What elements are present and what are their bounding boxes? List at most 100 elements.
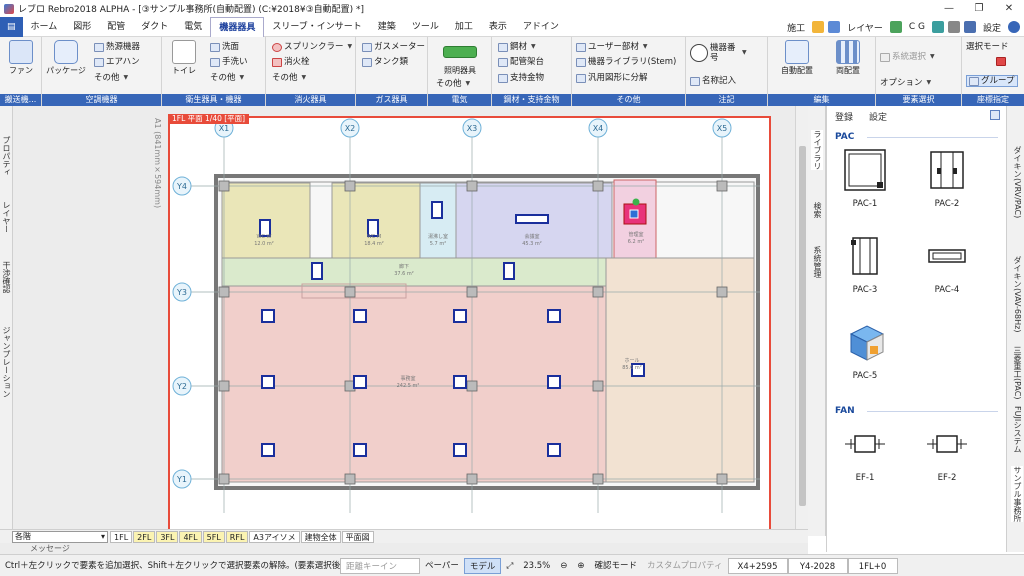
tab-electric[interactable]: 電気 bbox=[176, 17, 210, 37]
toilet-button[interactable]: トイレ bbox=[166, 40, 202, 76]
zoom-icon[interactable]: ⊖ bbox=[555, 558, 572, 574]
dock-tab-interference[interactable]: 干渉確認 bbox=[1, 261, 12, 293]
hydrant-button[interactable]: 消火栓 bbox=[272, 56, 310, 68]
tab-view[interactable]: 表示 bbox=[481, 17, 515, 37]
view-tab-plan[interactable]: 平面図 bbox=[341, 530, 374, 543]
tab-library[interactable]: ライブラリ bbox=[811, 130, 823, 170]
panel-tab-settings[interactable]: 設定 bbox=[869, 110, 887, 123]
floor-tab-3fl[interactable]: 3FL bbox=[156, 530, 179, 543]
file-menu-tab[interactable]: ▤ bbox=[0, 16, 23, 37]
library-tab-fuji[interactable]: FUJIシステム bbox=[1011, 406, 1023, 453]
dock-tab-properties[interactable]: プロパティ bbox=[1, 136, 12, 176]
panel-tab-register[interactable]: 登録 bbox=[835, 110, 853, 123]
dock-tab-simulation[interactable]: ジャンプレーション bbox=[1, 326, 12, 398]
sanitary-other-button[interactable]: その他 ▼ bbox=[210, 72, 244, 84]
undo-icon[interactable] bbox=[931, 21, 944, 33]
floor-tab-rfl[interactable]: RFL bbox=[225, 530, 249, 543]
library-item-pac5[interactable]: PAC-5 bbox=[835, 320, 895, 381]
heat-source-button[interactable]: 熱源機器 bbox=[94, 41, 140, 53]
select-mode-button[interactable]: 選択モード bbox=[966, 41, 1009, 53]
cg-button[interactable]: C G bbox=[906, 22, 928, 32]
aircon-other-button[interactable]: その他 ▼ bbox=[94, 72, 128, 84]
floor-plan[interactable]: X1 X2 X3 X4 X5 Y4 Y3 Y2 Y1 WC W 12.0 m² … bbox=[170, 118, 769, 532]
library-item-pac2[interactable]: PAC-2 bbox=[917, 148, 977, 209]
group-select-button[interactable]: グループ bbox=[966, 75, 1018, 87]
dual-place-button[interactable]: 両配置 bbox=[824, 40, 872, 76]
washbasin-button[interactable]: 洗面 bbox=[210, 41, 239, 53]
floor-tab-5fl[interactable]: 5FL bbox=[202, 530, 225, 543]
air-handler-button[interactable]: エアハン bbox=[94, 56, 140, 68]
floor-tab-4fl[interactable]: 4FL bbox=[179, 530, 202, 543]
fire-other-button[interactable]: その他 ▼ bbox=[272, 72, 306, 84]
grid-view-icon[interactable] bbox=[990, 110, 1000, 120]
distance-keyin-field[interactable]: 距離キーイン bbox=[340, 557, 420, 574]
help-icon[interactable] bbox=[1008, 21, 1020, 33]
scrollbar-thumb[interactable] bbox=[799, 146, 806, 506]
tab-home[interactable]: ホーム bbox=[23, 17, 66, 37]
explode-button[interactable]: 汎用図形に分解 bbox=[576, 72, 648, 84]
redo-icon[interactable] bbox=[947, 21, 960, 33]
support-button[interactable]: 支持金物 bbox=[498, 72, 544, 84]
drawing-sheet[interactable]: X1 X2 X3 X4 X5 Y4 Y3 Y2 Y1 WC W 12.0 m² … bbox=[168, 116, 771, 534]
model-mode-button[interactable]: モデル bbox=[463, 557, 502, 574]
library-tab-daikin-vav[interactable]: ダイキン(VAV-68Hz) bbox=[1011, 256, 1023, 332]
paper-mode-button[interactable]: ペーパー bbox=[420, 558, 464, 574]
library-item-pac1[interactable]: PAC-1 bbox=[835, 148, 895, 209]
minimize-button[interactable]: — bbox=[934, 0, 964, 17]
rotate-handle-icon[interactable] bbox=[632, 198, 640, 206]
floor-tab-1fl[interactable]: 1FL bbox=[110, 530, 133, 543]
fan-button[interactable]: ファン bbox=[6, 40, 36, 76]
tank-button[interactable]: タンク類 bbox=[362, 56, 408, 68]
view-tab-building[interactable]: 建物全体 bbox=[300, 530, 341, 543]
zoom-fit-icon[interactable]: ⤢ bbox=[501, 558, 518, 574]
snap-icon[interactable]: ⊕ bbox=[572, 558, 589, 574]
add-red-icon[interactable] bbox=[996, 55, 1006, 67]
tab-processing[interactable]: 加工 bbox=[447, 17, 481, 37]
auto-place-button[interactable]: 自動配置 bbox=[772, 40, 822, 76]
tab-search[interactable]: 検索 bbox=[811, 202, 823, 218]
tab-addin[interactable]: アドイン bbox=[515, 17, 567, 37]
gas-meter-button[interactable]: ガスメーター bbox=[362, 41, 425, 53]
system-select-button[interactable]: 系統選択 ▼ bbox=[880, 51, 935, 63]
library-tab-sample[interactable]: サンプル事務所 bbox=[1011, 466, 1023, 522]
library-item-ef2[interactable]: EF-2 bbox=[917, 422, 977, 483]
settings-button[interactable]: 設定 bbox=[980, 21, 1004, 34]
zoom-level[interactable]: 23.5% bbox=[518, 558, 555, 574]
library-tab-daikin-vrv[interactable]: ダイキン(VRV/PAC) bbox=[1011, 146, 1023, 218]
tab-shapes[interactable]: 図形 bbox=[65, 17, 99, 37]
tab-piping[interactable]: 配管 bbox=[99, 17, 133, 37]
maximize-button[interactable]: ❐ bbox=[964, 0, 994, 17]
steel-button[interactable]: 鋼材 ▼ bbox=[498, 41, 536, 53]
library-item-pac3[interactable]: PAC-3 bbox=[835, 234, 895, 295]
library-tab-mhi[interactable]: 三菱重工(PAC) bbox=[1011, 346, 1023, 399]
room-corridor[interactable] bbox=[221, 257, 607, 287]
equipment-number-button[interactable]: 機器番号 ▼ bbox=[690, 41, 747, 65]
floor-tab-2fl[interactable]: 2FL bbox=[133, 530, 156, 543]
layer-button[interactable]: レイヤー bbox=[844, 21, 886, 34]
dock-tab-layer[interactable]: レイヤー bbox=[1, 201, 12, 233]
handwash-button[interactable]: 手洗い bbox=[210, 56, 248, 68]
custom-property-dropdown[interactable]: カスタムプロパティ bbox=[642, 558, 727, 574]
user-parts-button[interactable]: ユーザー部材 ▼ bbox=[576, 41, 647, 53]
confirm-mode-button[interactable]: 確認モード bbox=[590, 558, 643, 574]
library-item-ef1[interactable]: EF-1 bbox=[835, 422, 895, 483]
electric-other-button[interactable]: その他 ▼ bbox=[436, 78, 470, 90]
view-tab-isometric[interactable]: A3アイソメ bbox=[249, 530, 300, 543]
close-button[interactable]: ✕ bbox=[994, 0, 1024, 17]
tab-duct[interactable]: ダクト bbox=[133, 17, 176, 37]
construction-dropdown[interactable]: 施工 bbox=[784, 21, 808, 34]
package-button[interactable]: パッケージ bbox=[46, 40, 86, 76]
tab-tools[interactable]: ツール bbox=[404, 17, 447, 37]
name-label-button[interactable]: 名称記入 bbox=[690, 75, 736, 87]
tool-icon[interactable] bbox=[812, 21, 825, 33]
pipe-rack-button[interactable]: 配管架台 bbox=[498, 56, 544, 68]
tab-equipment[interactable]: 機器器具 bbox=[210, 16, 265, 37]
sheet-tab[interactable]: 1FL 平面 1/40 [平面] bbox=[168, 114, 250, 124]
lighting-button[interactable]: 照明器具 bbox=[432, 40, 488, 76]
option-button[interactable]: オプション ▼ bbox=[880, 77, 931, 89]
floor-combo[interactable]: 各階 bbox=[12, 530, 108, 543]
tab-architecture[interactable]: 建築 bbox=[370, 17, 404, 37]
library-button[interactable]: 機器ライブラリ(Stem) bbox=[576, 56, 676, 68]
tab-sleeve[interactable]: スリーブ・インサート bbox=[264, 17, 369, 37]
library-item-pac4[interactable]: PAC-4 bbox=[917, 234, 977, 295]
